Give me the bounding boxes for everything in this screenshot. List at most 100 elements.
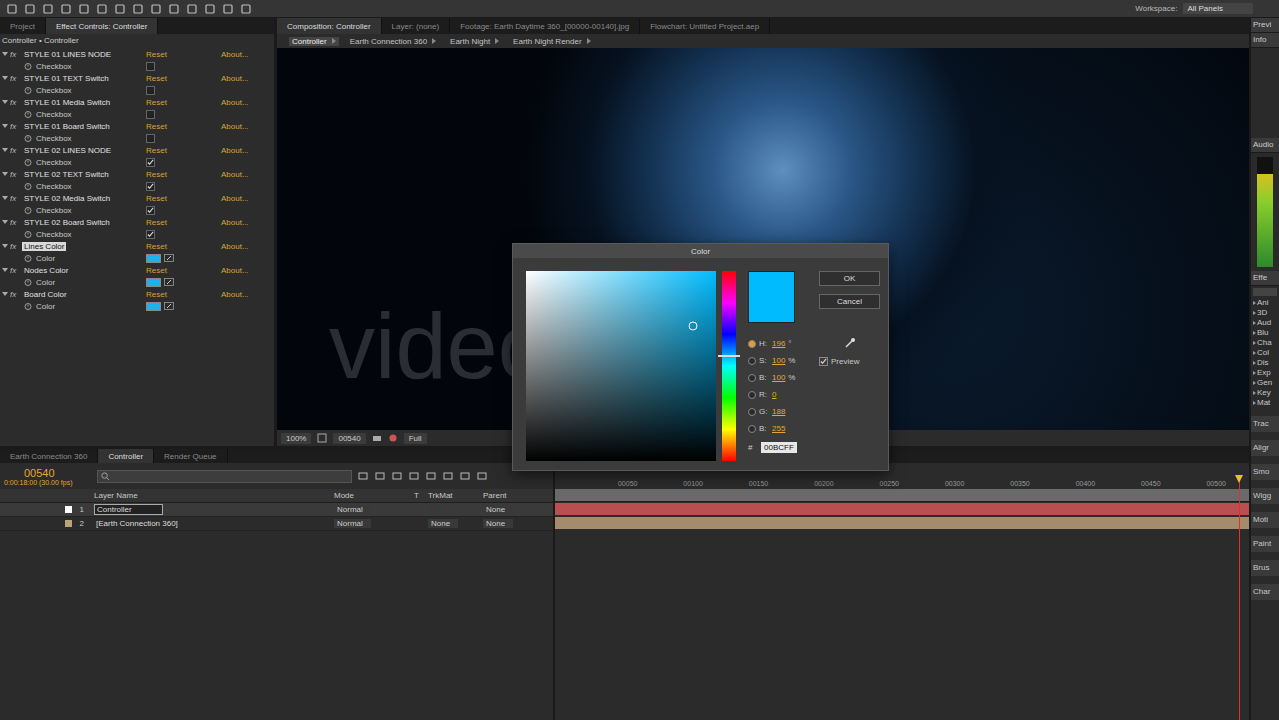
- playhead-icon[interactable]: [1235, 475, 1243, 483]
- twirl-icon[interactable]: [2, 196, 8, 200]
- radio-button[interactable]: [748, 374, 756, 382]
- mode-select[interactable]: Normal: [334, 519, 371, 528]
- stopwatch-icon[interactable]: [24, 134, 32, 142]
- effect-category[interactable]: Exp: [1251, 368, 1279, 378]
- timeline-switch-icon[interactable]: [425, 470, 437, 482]
- breadcrumb[interactable]: Earth Night Render: [510, 37, 593, 46]
- effect-category[interactable]: Key: [1251, 388, 1279, 398]
- fx-badge[interactable]: fx: [10, 242, 22, 251]
- layer-bar[interactable]: [555, 503, 1249, 515]
- checkbox[interactable]: [146, 230, 155, 239]
- workspace-select[interactable]: All Panels: [1183, 3, 1253, 14]
- audio-panel[interactable]: Audio: [1251, 138, 1279, 153]
- effect-name[interactable]: STYLE 01 Media Switch: [22, 98, 112, 107]
- info-panel[interactable]: Info: [1251, 33, 1279, 48]
- fx-badge[interactable]: fx: [10, 266, 22, 275]
- timeline-switch-icon[interactable]: [357, 470, 369, 482]
- about-link[interactable]: About...: [221, 242, 274, 251]
- effect-category[interactable]: Col: [1251, 348, 1279, 358]
- picker-icon[interactable]: [689, 322, 698, 331]
- tool-icon[interactable]: [24, 3, 36, 15]
- saturation-brightness-field[interactable]: [526, 271, 716, 461]
- reset-link[interactable]: Reset: [146, 242, 221, 251]
- fx-badge[interactable]: fx: [10, 98, 22, 107]
- effect-name[interactable]: Board Color: [22, 290, 69, 299]
- preview-panel[interactable]: Previ: [1251, 18, 1279, 33]
- effect-category[interactable]: Gen: [1251, 378, 1279, 388]
- side-panel-tab[interactable]: Char: [1251, 584, 1279, 600]
- channels-icon[interactable]: [388, 433, 398, 443]
- effect-name[interactable]: STYLE 02 Media Switch: [22, 194, 112, 203]
- about-link[interactable]: About...: [221, 218, 274, 227]
- twirl-icon[interactable]: [2, 52, 8, 56]
- reset-link[interactable]: Reset: [146, 170, 221, 179]
- ok-button[interactable]: OK: [819, 271, 880, 286]
- trkmat-select[interactable]: [428, 505, 439, 514]
- timeline-switch-icon[interactable]: [442, 470, 454, 482]
- tool-icon[interactable]: [186, 3, 198, 15]
- effect-category[interactable]: Aud: [1251, 318, 1279, 328]
- stopwatch-icon[interactable]: [24, 158, 32, 166]
- about-link[interactable]: About...: [221, 74, 274, 83]
- timeline-switch-icon[interactable]: [408, 470, 420, 482]
- fx-badge[interactable]: fx: [10, 146, 22, 155]
- effects-presets-panel[interactable]: Effe: [1251, 271, 1279, 286]
- timecode[interactable]: 00540: [4, 467, 92, 479]
- eyedropper-icon[interactable]: [164, 278, 174, 286]
- radio-button[interactable]: [748, 408, 756, 416]
- field-value[interactable]: 100: [772, 373, 785, 382]
- reset-link[interactable]: Reset: [146, 50, 221, 59]
- column-header[interactable]: Mode: [244, 491, 414, 500]
- side-panel-tab[interactable]: Brus: [1251, 560, 1279, 576]
- twirl-icon[interactable]: [2, 172, 8, 176]
- timeline-tab[interactable]: Earth Connection 360: [0, 449, 98, 463]
- about-link[interactable]: About...: [221, 266, 274, 275]
- tool-icon[interactable]: [204, 3, 216, 15]
- layer-search[interactable]: [97, 470, 352, 483]
- twirl-icon[interactable]: [2, 292, 8, 296]
- breadcrumb[interactable]: Earth Night: [447, 37, 502, 46]
- about-link[interactable]: About...: [221, 194, 274, 203]
- field-value[interactable]: 255: [772, 424, 785, 433]
- tool-icon[interactable]: [240, 3, 252, 15]
- layer-name[interactable]: Controller: [94, 504, 163, 515]
- color-swatch[interactable]: [146, 278, 161, 287]
- stopwatch-icon[interactable]: [24, 278, 32, 286]
- fx-badge[interactable]: fx: [10, 170, 22, 179]
- checkbox[interactable]: [146, 86, 155, 95]
- reset-link[interactable]: Reset: [146, 74, 221, 83]
- field-value[interactable]: 100: [772, 356, 785, 365]
- hue-marker[interactable]: [718, 355, 740, 357]
- mode-select[interactable]: Normal: [334, 505, 371, 514]
- stopwatch-icon[interactable]: [24, 62, 32, 70]
- viewer-tab[interactable]: Footage: Earth Daytime 360_[00000-00140]…: [450, 18, 640, 34]
- stopwatch-icon[interactable]: [24, 230, 32, 238]
- side-panel-tab[interactable]: Trac: [1251, 416, 1279, 432]
- panel-tab[interactable]: Project: [0, 18, 46, 34]
- fx-badge[interactable]: fx: [10, 50, 22, 59]
- field-value[interactable]: 196: [772, 339, 785, 348]
- stopwatch-icon[interactable]: [24, 182, 32, 190]
- effect-name[interactable]: STYLE 01 TEXT Switch: [22, 74, 111, 83]
- fx-badge[interactable]: fx: [10, 74, 22, 83]
- layer-name[interactable]: [Earth Connection 360]: [94, 519, 180, 528]
- viewer-tab[interactable]: Composition: Controller: [277, 18, 382, 34]
- layer-bar[interactable]: [555, 517, 1249, 529]
- effect-category[interactable]: Mat: [1251, 398, 1279, 408]
- layer-row[interactable]: 1ControllerNormalNone: [0, 503, 553, 517]
- hex-input[interactable]: 00BCFF: [761, 442, 797, 453]
- checkbox[interactable]: [146, 206, 155, 215]
- reset-link[interactable]: Reset: [146, 290, 221, 299]
- effect-category[interactable]: Dis: [1251, 358, 1279, 368]
- parent-select[interactable]: None: [483, 519, 513, 528]
- color-swatch[interactable]: [146, 302, 161, 311]
- fx-badge[interactable]: fx: [10, 218, 22, 227]
- eyedropper-icon[interactable]: [164, 254, 174, 262]
- column-header[interactable]: TrkMat: [428, 491, 483, 500]
- tool-icon[interactable]: [222, 3, 234, 15]
- reset-link[interactable]: Reset: [146, 98, 221, 107]
- grid-icon[interactable]: [317, 433, 327, 443]
- layer-label-color[interactable]: [65, 520, 72, 527]
- timeline-switch-icon[interactable]: [374, 470, 386, 482]
- effect-category[interactable]: Cha: [1251, 338, 1279, 348]
